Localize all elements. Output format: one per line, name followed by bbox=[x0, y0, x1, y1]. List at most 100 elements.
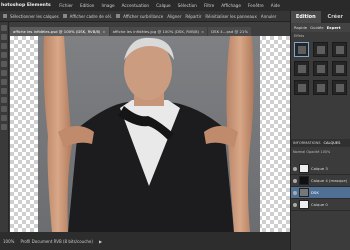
layer-name: DSK bbox=[311, 190, 319, 195]
eye-icon[interactable] bbox=[293, 166, 297, 171]
effect-thumbnail[interactable] bbox=[332, 42, 347, 57]
distribute-dropdown[interactable]: Répartir bbox=[185, 14, 201, 19]
effect-icon bbox=[316, 64, 325, 73]
move-tool-icon[interactable] bbox=[1, 25, 7, 31]
layer-thumbnail bbox=[299, 164, 309, 173]
mode-subtabs: Rapide Guidée Expert bbox=[291, 23, 350, 32]
option-label: Afficher surbrillance bbox=[123, 13, 164, 19]
layer-thumbnail bbox=[299, 176, 309, 185]
eyedropper-tool-icon[interactable] bbox=[1, 52, 7, 58]
effect-thumbnail[interactable] bbox=[313, 42, 328, 57]
lasso-tool-icon[interactable] bbox=[1, 70, 7, 76]
marquee-tool-icon[interactable] bbox=[1, 61, 7, 67]
canvas-area[interactable] bbox=[10, 36, 290, 232]
menu-calque[interactable]: Calque bbox=[153, 3, 175, 8]
document-profile: Profil Document RVB (8 bits/couche) bbox=[20, 238, 93, 244]
align-dropdown[interactable]: Aligner bbox=[167, 14, 181, 19]
document-tabs: affiche les infidèles.psd @ 100% (DSK, R… bbox=[10, 27, 290, 36]
layer-row[interactable]: DSK bbox=[291, 187, 350, 199]
undo-button[interactable]: Annuler bbox=[261, 14, 277, 19]
text-tool-icon[interactable] bbox=[1, 106, 7, 112]
layers-list: Calque 3 Calque 4 (masque) DSK Calque 0 bbox=[291, 163, 350, 211]
effect-thumbnail[interactable] bbox=[294, 61, 309, 76]
menu-fenetre[interactable]: Fenêtre bbox=[244, 3, 267, 8]
effect-icon bbox=[297, 45, 306, 54]
status-bar: 100% Profil Document RVB (8 bits/couche)… bbox=[0, 232, 290, 250]
effect-thumbnail[interactable] bbox=[313, 80, 328, 95]
tab-edition[interactable]: Edition bbox=[291, 11, 321, 23]
option-label: Afficher cadre de sél. bbox=[69, 13, 113, 19]
options-bar: Sélectionner les calques Afficher cadre … bbox=[0, 11, 290, 22]
menu-edition[interactable]: Edition bbox=[76, 3, 98, 8]
close-icon[interactable]: × bbox=[201, 29, 204, 34]
crop-tool-icon[interactable] bbox=[1, 115, 7, 121]
magic-wand-tool-icon[interactable] bbox=[1, 79, 7, 85]
close-icon[interactable]: × bbox=[102, 29, 105, 34]
effect-icon bbox=[335, 83, 344, 92]
layer-name: Calque 0 bbox=[311, 202, 328, 207]
menu-filtre[interactable]: Filtre bbox=[200, 3, 217, 8]
tab-label: affiche les infidèles.psd @ 100% (DSK, R… bbox=[13, 29, 101, 34]
checkbox-icon[interactable] bbox=[62, 14, 67, 18]
effects-label: Effets bbox=[294, 34, 305, 38]
zoom-level: 100% bbox=[3, 238, 15, 244]
subtab-expert[interactable]: Expert bbox=[327, 25, 341, 30]
effect-thumbnail[interactable] bbox=[294, 42, 309, 57]
brush-tool-icon[interactable] bbox=[1, 88, 7, 94]
subtab-guidee[interactable]: Guidée bbox=[310, 25, 324, 30]
option-show-highlight[interactable]: Afficher surbrillance bbox=[116, 14, 163, 19]
layer-row[interactable]: Calque 4 (masque) bbox=[291, 175, 350, 187]
effect-thumbnail[interactable] bbox=[332, 80, 347, 95]
tab-label: affiche les infidèles.jpg @ 100% (DSK, R… bbox=[112, 29, 200, 34]
effect-thumbnail[interactable] bbox=[313, 61, 328, 76]
effect-icon bbox=[316, 83, 325, 92]
eye-icon[interactable] bbox=[293, 202, 297, 207]
layer-thumbnail bbox=[299, 188, 309, 197]
menu-fichier[interactable]: Fichier bbox=[56, 3, 77, 8]
eraser-tool-icon[interactable] bbox=[1, 97, 7, 103]
layer-row[interactable]: Calque 0 bbox=[291, 199, 350, 211]
tab-document-3[interactable]: DSK 4…psd @ 21% bbox=[208, 27, 251, 36]
checkbox-icon[interactable] bbox=[116, 14, 121, 18]
effect-icon bbox=[335, 64, 344, 73]
eye-icon[interactable] bbox=[293, 178, 297, 183]
app-title: hotoshop Elements bbox=[1, 3, 51, 8]
eye-icon[interactable] bbox=[293, 190, 297, 195]
right-panel: Edition Créer Rapide Guidée Expert Effet… bbox=[290, 11, 350, 250]
menu-image[interactable]: Image bbox=[98, 3, 118, 8]
clone-tool-icon[interactable] bbox=[1, 124, 7, 130]
effects-toolbar: Effets bbox=[291, 32, 350, 40]
option-select-layers[interactable]: Sélectionner les calques bbox=[3, 14, 59, 19]
menu-selection[interactable]: Sélection bbox=[174, 3, 200, 8]
effect-thumbnail[interactable] bbox=[332, 61, 347, 76]
menu-accentuation[interactable]: Accentuation bbox=[118, 3, 153, 8]
tab-document-2[interactable]: affiche les infidèles.jpg @ 100% (DSK, R… bbox=[109, 27, 208, 36]
document-image[interactable] bbox=[38, 36, 260, 232]
tab-creer[interactable]: Créer bbox=[320, 11, 350, 23]
layer-name: Calque 3 bbox=[311, 166, 328, 171]
layer-row[interactable]: Calque 3 bbox=[291, 163, 350, 175]
effect-icon bbox=[335, 45, 344, 54]
menu-aide[interactable]: Aide bbox=[267, 3, 283, 8]
option-show-bounding[interactable]: Afficher cadre de sél. bbox=[62, 13, 113, 19]
effect-icon bbox=[297, 83, 306, 92]
layer-thumbnail bbox=[299, 200, 309, 209]
layers-panel-header: INFORMATIONS CALQUES bbox=[291, 139, 350, 147]
tab-document-1[interactable]: affiche les infidèles.psd @ 100% (DSK, R… bbox=[10, 27, 109, 36]
menu-affichage[interactable]: Affichage bbox=[218, 3, 245, 8]
effect-thumbnail[interactable] bbox=[294, 80, 309, 95]
tab-label: DSK 4…psd @ 21% bbox=[211, 29, 248, 34]
toolbox bbox=[0, 22, 9, 232]
blend-opacity-text[interactable]: Normal Opacité 100% bbox=[293, 150, 330, 154]
effect-icon bbox=[297, 64, 306, 73]
reset-panels-link[interactable]: Réinitialiser les panneaux bbox=[205, 14, 256, 19]
hand-tool-icon[interactable] bbox=[1, 43, 7, 49]
tab-calques[interactable]: CALQUES bbox=[323, 141, 340, 145]
layer-options: Normal Opacité 100% bbox=[291, 148, 350, 162]
subtab-rapide[interactable]: Rapide bbox=[294, 25, 307, 30]
zoom-tool-icon[interactable] bbox=[1, 34, 7, 40]
status-arrow-icon[interactable]: ▶ bbox=[99, 239, 102, 244]
effects-grid bbox=[291, 40, 350, 97]
checkbox-icon[interactable] bbox=[3, 14, 7, 18]
tab-informations[interactable]: INFORMATIONS bbox=[293, 141, 320, 145]
